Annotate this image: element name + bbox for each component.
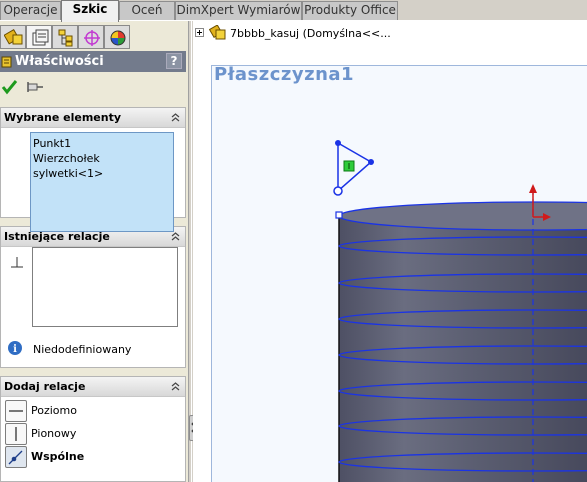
list-item[interactable]: Punkt1 [33,136,171,151]
add-relations-header[interactable]: Dodaj relacje [1,377,185,397]
collapse-chevron-icon[interactable] [169,111,182,124]
tab-operacje[interactable]: Operacje [0,1,61,20]
coincident-icon [8,450,23,465]
tab-produkty-office[interactable]: Produkty Office [302,1,398,20]
existing-relations-list[interactable] [32,247,178,327]
panel-title: Właściwości [15,54,104,69]
coincident-relation-button[interactable] [5,446,27,468]
graphics-area[interactable]: 7bbbb_kasuj (Domyślna<<... Płaszczyzna1 [193,21,587,482]
selected-entities-title: Wybrane elementy [4,111,122,124]
ok-toolbar [0,75,186,101]
list-item[interactable]: Wierzchołek sylwetki<1> [33,151,171,181]
ok-checkmark-icon[interactable] [1,79,19,95]
svg-text:i: i [13,344,17,355]
dimxpert-manager-tab[interactable] [78,25,104,49]
horizontal-line-icon [9,410,23,412]
manager-tabs [0,24,188,51]
selected-entities-header[interactable]: Wybrane elementy [1,108,185,128]
tab-ocen[interactable]: Oceń [119,1,175,20]
property-manager-header: Właściwości ? [0,51,186,72]
horizontal-relation-label[interactable]: Poziomo [31,404,77,417]
cylinder-body[interactable] [338,201,587,482]
selected-entities-list[interactable]: Punkt1 Wierzchołek sylwetki<1> [30,132,174,232]
add-relations-section: Dodaj relacje Poziomo Pionowy Wspólne [0,376,186,482]
model-view[interactable] [193,21,587,482]
appearance-ball-icon [110,30,126,46]
property-manager-icon [32,29,49,46]
vertical-relation-button[interactable] [5,423,27,445]
feature-manager-tab[interactable] [0,25,26,49]
definition-status: Niedodefiniowany [33,343,132,356]
feature-tree-icon [4,29,23,45]
sketch-triangle[interactable] [333,140,374,196]
add-relations-title: Dodaj relacje [4,380,86,393]
vertex-point-marker[interactable] [335,211,343,219]
coincident-relation-label[interactable]: Wspólne [31,450,84,463]
property-manager-panel: Właściwości ? Wybrane elementy Istniejąc… [0,21,188,482]
configuration-manager-tab[interactable] [52,25,78,49]
display-manager-tab[interactable] [104,25,130,49]
collapse-chevron-icon[interactable] [169,380,182,393]
pushpin-icon[interactable] [24,80,44,94]
crosshair-target-icon [84,30,100,46]
vertical-line-icon [15,427,17,441]
info-icon: i [8,341,22,355]
tab-szkic[interactable]: Szkic [61,0,119,22]
horizontal-relation-button[interactable] [5,400,27,422]
tab-dimxpert[interactable]: DimXpert Wymiarów [175,1,302,20]
property-icon [1,56,12,68]
property-manager-tab[interactable] [26,25,52,49]
help-button[interactable]: ? [166,53,182,69]
command-tab-bar: Operacje Szkic Oceń DimXpert Wymiarów Pr… [0,0,587,22]
vertical-relation-label[interactable]: Pionowy [31,427,76,440]
relation-symbol-icon [11,257,23,268]
configuration-icon [58,29,73,47]
panel-splitter[interactable] [188,21,192,482]
